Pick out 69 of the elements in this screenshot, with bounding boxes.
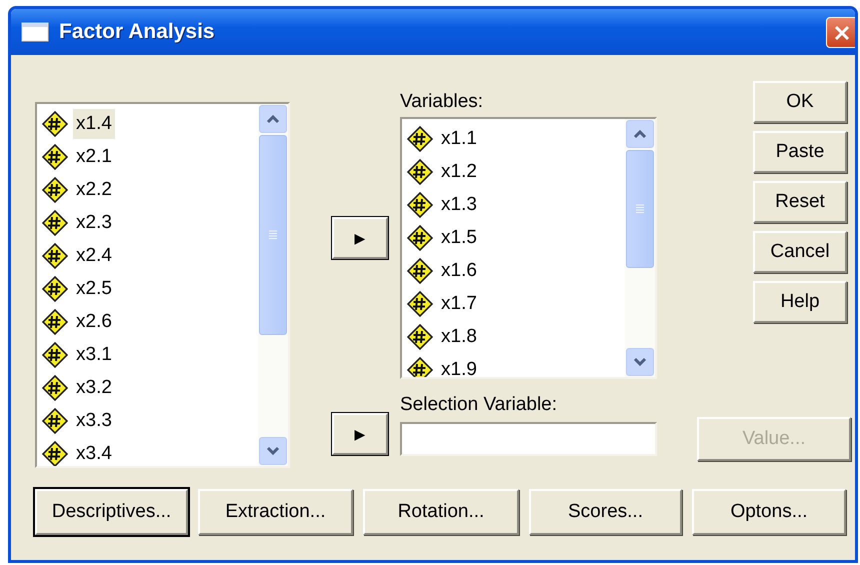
scrollbar-thumb[interactable] xyxy=(259,135,287,335)
reset-button[interactable]: Reset xyxy=(753,181,847,223)
numeric-variable-icon xyxy=(406,256,434,284)
variable-item[interactable]: x1.4 xyxy=(73,108,115,138)
chevron-down-icon xyxy=(633,357,647,367)
variable-item[interactable]: x2.1 xyxy=(73,142,115,172)
variable-item[interactable]: x3.1 xyxy=(73,340,115,370)
paste-button[interactable]: Paste xyxy=(753,131,847,173)
dialog-button[interactable]: Scores... xyxy=(529,489,682,535)
numeric-variable-icon xyxy=(41,308,69,336)
cancel-button[interactable]: Cancel xyxy=(753,231,847,273)
numeric-variable-icon xyxy=(41,176,69,204)
dialog-button[interactable]: Descriptives... xyxy=(35,489,188,535)
window-title: Factor Analysis xyxy=(59,19,215,46)
numeric-variable-icon xyxy=(41,340,69,368)
numeric-variable-icon xyxy=(406,356,434,377)
chevron-up-icon xyxy=(266,114,280,124)
numeric-variable-icon xyxy=(41,110,69,138)
variables-list[interactable]: x1.1 x1.2 x1.3 x1.5 x1.6 x1.7 x1.8 x1.9 xyxy=(400,117,657,379)
scroll-down-button[interactable] xyxy=(259,437,287,465)
variable-item[interactable]: x3.2 xyxy=(73,372,115,402)
field-label: Variables: xyxy=(400,90,484,114)
move-button[interactable]: ▶ xyxy=(332,413,388,455)
numeric-variable-icon xyxy=(406,290,434,318)
numeric-variable-icon xyxy=(41,142,69,170)
numeric-variable-icon xyxy=(41,274,69,302)
numeric-variable-icon xyxy=(41,440,69,466)
numeric-variable-icon xyxy=(41,242,69,270)
variable-item[interactable]: x1.7 xyxy=(438,288,480,318)
help-button[interactable]: Help xyxy=(753,281,847,323)
variable-item[interactable]: x2.6 xyxy=(73,306,115,336)
numeric-variable-icon xyxy=(41,208,69,236)
numeric-variable-icon xyxy=(406,190,434,218)
variable-item[interactable]: x2.4 xyxy=(73,240,115,270)
numeric-variable-icon xyxy=(41,406,69,434)
scroll-up-button[interactable] xyxy=(626,120,654,148)
variable-item[interactable]: x1.1 xyxy=(438,124,480,154)
numeric-variable-icon xyxy=(406,158,434,186)
variable-item[interactable]: x1.9 xyxy=(438,354,480,377)
variable-item[interactable]: x3.3 xyxy=(73,406,115,436)
field-label: Selection Variable: xyxy=(400,393,558,417)
chevron-down-icon xyxy=(266,446,280,456)
ok-button[interactable]: OK xyxy=(753,81,847,123)
close-button[interactable] xyxy=(826,17,855,48)
selection-variable-field[interactable] xyxy=(400,422,657,456)
numeric-variable-icon xyxy=(406,224,434,252)
scrollbar-thumb[interactable] xyxy=(626,150,654,268)
variable-item[interactable]: x2.5 xyxy=(73,274,115,304)
window-icon xyxy=(21,22,49,42)
scroll-up-button[interactable] xyxy=(259,105,287,133)
variable-item[interactable]: x1.6 xyxy=(438,256,480,286)
variable-item[interactable]: x2.3 xyxy=(73,208,115,238)
dialog-button[interactable]: Extraction... xyxy=(198,489,353,535)
variable-item[interactable]: x1.8 xyxy=(438,322,480,352)
source-variable-list[interactable]: x1.4 x2.1 x2.2 x2.3 x2.4 x2.5 x2.6 x3.1 x3.2 x3.3 x3.4 xyxy=(35,102,290,468)
close-icon xyxy=(833,24,851,42)
dialog-button[interactable]: Optons... xyxy=(692,489,846,535)
variable-item[interactable]: x1.3 xyxy=(438,190,480,220)
variable-item[interactable]: x1.5 xyxy=(438,222,480,252)
numeric-variable-icon xyxy=(41,374,69,402)
variable-item[interactable]: x2.2 xyxy=(73,174,115,204)
variable-item[interactable]: x1.2 xyxy=(438,156,480,186)
scroll-down-button[interactable] xyxy=(626,348,654,376)
move-button[interactable]: ▶ xyxy=(332,217,388,259)
variable-item[interactable]: x3.4 xyxy=(73,438,115,466)
dialog-button[interactable]: Rotation... xyxy=(363,489,519,535)
numeric-variable-icon xyxy=(406,124,434,152)
chevron-up-icon xyxy=(633,129,647,139)
numeric-variable-icon xyxy=(406,322,434,350)
